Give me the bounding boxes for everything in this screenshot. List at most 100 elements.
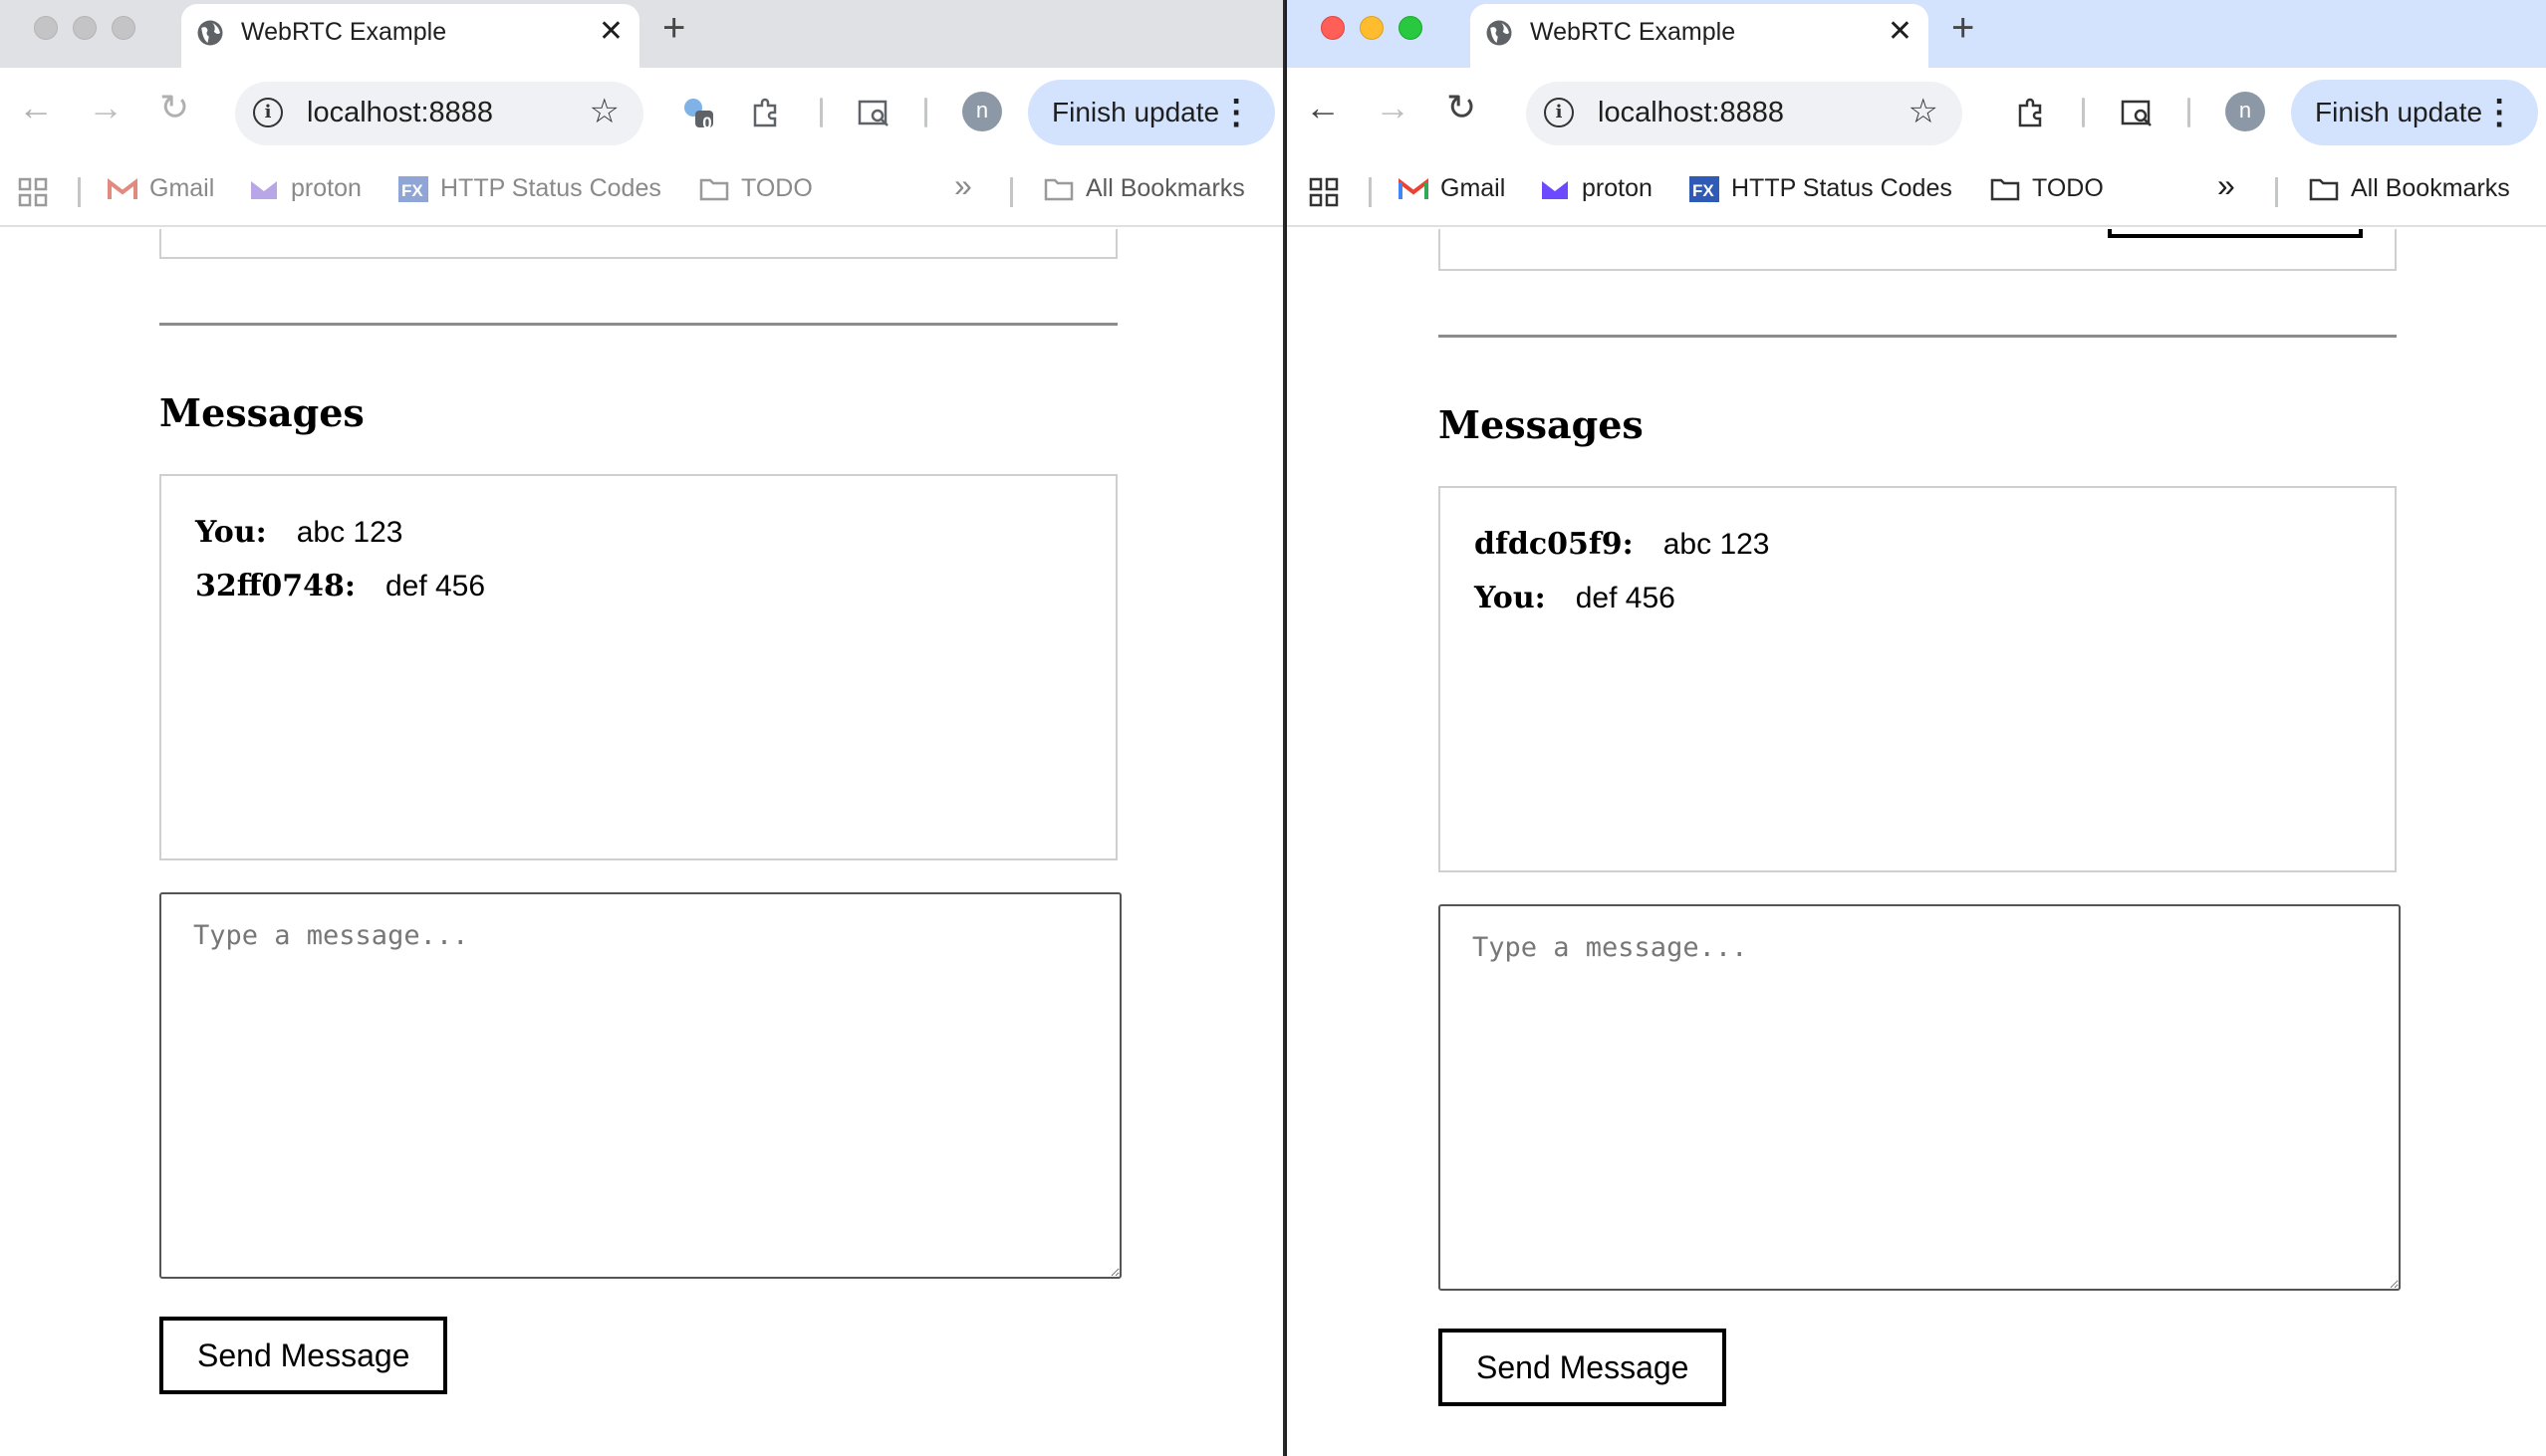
tab-webrtc-example[interactable]: WebRTC Example ✕: [1470, 4, 1928, 68]
proton-icon: [251, 180, 277, 199]
bookmarks-separator: [78, 177, 81, 207]
send-message-button[interactable]: Send Message: [159, 1317, 448, 1394]
extension-badge-count: 0: [702, 114, 712, 132]
address-bar[interactable]: i localhost:8888 ☆: [1526, 82, 1962, 145]
toolbar-separator: [2187, 98, 2190, 127]
bookmark-todo[interactable]: TODO: [1990, 174, 2104, 203]
gmail-icon: [108, 177, 137, 199]
minimize-window-button[interactable]: [73, 16, 97, 40]
info-icon[interactable]: i: [253, 98, 283, 127]
arrow-right-icon[interactable]: →: [88, 90, 124, 125]
info-icon[interactable]: i: [1544, 98, 1574, 127]
apps-grid-icon[interactable]: [1309, 177, 1339, 207]
bookmark-proton[interactable]: proton: [249, 174, 362, 203]
bookmarks-overflow-icon[interactable]: »: [2217, 167, 2235, 204]
star-icon[interactable]: ☆: [1909, 92, 1938, 131]
browser-window-right: WebRTC Example ✕ + ← → ↻ i localhost:888…: [1285, 0, 2546, 1456]
message-text: abc 123: [1662, 528, 1770, 561]
tab-title: WebRTC Example: [241, 18, 447, 46]
close-window-button[interactable]: [34, 16, 58, 40]
close-window-button[interactable]: [1321, 16, 1345, 40]
folder-icon: [699, 178, 729, 200]
message-sender: 32ff0748:: [195, 569, 356, 604]
finish-update-button[interactable]: Finish update ⋮: [2291, 80, 2539, 145]
bookmark-gmail[interactable]: Gmail: [1399, 174, 1505, 203]
all-bookmarks[interactable]: All Bookmarks: [2309, 174, 2510, 203]
section-divider: [159, 323, 1118, 326]
tab-search-icon[interactable]: [857, 96, 891, 129]
message-input[interactable]: [1438, 904, 2401, 1291]
kebab-menu-icon[interactable]: ⋮: [1219, 80, 1253, 145]
folder-icon: [1044, 178, 1074, 200]
previous-section-box: [1438, 229, 2397, 271]
puzzle-icon[interactable]: [2014, 96, 2048, 129]
tab-strip: WebRTC Example ✕ +: [0, 0, 1283, 68]
address-bar[interactable]: i localhost:8888 ☆: [235, 82, 643, 145]
message-sender: dfdc05f9:: [1474, 527, 1634, 562]
toolbar-separator: [2082, 98, 2085, 127]
folder-icon: [2309, 178, 2339, 200]
page-content: Messages dfdc05f9: abc 123 You: def 456 Se…: [1287, 229, 2546, 1456]
avatar[interactable]: n: [962, 92, 1002, 131]
avatar[interactable]: n: [2225, 92, 2265, 131]
bookmarks-bar: Gmail proton FX HTTP Status Codes TODO »…: [1287, 157, 2546, 227]
close-icon[interactable]: ✕: [1888, 14, 1912, 49]
messages-heading: Messages: [1438, 402, 1644, 447]
all-bookmarks[interactable]: All Bookmarks: [1044, 174, 1245, 203]
globe-icon: [197, 20, 223, 46]
messages-list: dfdc05f9: abc 123 You: def 456: [1438, 486, 2397, 872]
message-sender: You:: [1474, 581, 1546, 615]
reload-icon[interactable]: ↻: [159, 90, 189, 125]
send-message-button[interactable]: Send Message: [1438, 1329, 1727, 1406]
zoom-window-button[interactable]: [1399, 16, 1422, 40]
section-divider: [1438, 335, 2397, 338]
proton-icon: [1542, 180, 1568, 199]
folder-icon: [1990, 178, 2020, 200]
reload-icon[interactable]: ↻: [1446, 90, 1476, 125]
bookmark-todo[interactable]: TODO: [699, 174, 813, 203]
finish-update-button[interactable]: Finish update ⋮: [1028, 80, 1276, 145]
svg-text:FX: FX: [401, 181, 423, 200]
star-icon[interactable]: ☆: [590, 92, 620, 131]
message-text: abc 123: [296, 516, 403, 549]
page-content: Messages You: abc 123 32ff0748: def 456 Se…: [0, 229, 1283, 1456]
previous-section-box: [159, 229, 1118, 259]
minimize-window-button[interactable]: [1360, 16, 1384, 40]
messages-heading: Messages: [159, 390, 365, 435]
tab-strip: WebRTC Example ✕ +: [1287, 0, 2546, 68]
finish-update-label: Finish update: [2315, 97, 2483, 127]
close-icon[interactable]: ✕: [599, 14, 624, 49]
url-text[interactable]: localhost:8888: [307, 97, 493, 129]
fx-icon: FX: [398, 175, 428, 202]
message-item: You: abc 123: [195, 506, 1082, 560]
bookmark-http-status-codes[interactable]: FX HTTP Status Codes: [1689, 174, 1952, 203]
finish-update-label: Finish update: [1052, 97, 1220, 127]
plus-icon[interactable]: +: [1951, 6, 1974, 51]
bookmark-proton[interactable]: proton: [1540, 174, 1653, 203]
fx-icon: FX: [1689, 175, 1719, 202]
previous-section-button[interactable]: [2108, 229, 2363, 238]
browser-toolbar: ← → ↻ i localhost:8888 ☆ n Finish update…: [1287, 68, 2546, 157]
puzzle-icon[interactable]: [749, 96, 783, 129]
arrow-left-icon[interactable]: ←: [18, 90, 54, 125]
bookmark-gmail[interactable]: Gmail: [108, 174, 214, 203]
browser-toolbar: ← → ↻ i localhost:8888 ☆ 0 n Finish upda…: [0, 68, 1283, 157]
plus-icon[interactable]: +: [662, 6, 685, 51]
window-controls: [1321, 16, 1422, 40]
zoom-window-button[interactable]: [112, 16, 135, 40]
apps-grid-icon[interactable]: [18, 177, 48, 207]
bookmarks-separator: [1369, 177, 1372, 207]
bookmark-http-status-codes[interactable]: FX HTTP Status Codes: [398, 174, 661, 203]
bookmarks-bar: Gmail proton FX HTTP Status Codes TODO »…: [0, 157, 1283, 227]
message-item: 32ff0748: def 456: [195, 560, 1082, 613]
kebab-menu-icon[interactable]: ⋮: [2482, 80, 2516, 145]
arrow-left-icon[interactable]: ←: [1305, 90, 1341, 125]
bookmarks-overflow-icon[interactable]: »: [954, 167, 972, 204]
tab-webrtc-example[interactable]: WebRTC Example ✕: [181, 4, 639, 68]
browser-window-left: WebRTC Example ✕ + ← → ↻ i localhost:888…: [0, 0, 1283, 1456]
window-controls: [34, 16, 135, 40]
message-input[interactable]: [159, 892, 1122, 1279]
arrow-right-icon[interactable]: →: [1375, 90, 1410, 125]
tab-search-icon[interactable]: [2120, 96, 2154, 129]
url-text[interactable]: localhost:8888: [1598, 97, 1784, 129]
